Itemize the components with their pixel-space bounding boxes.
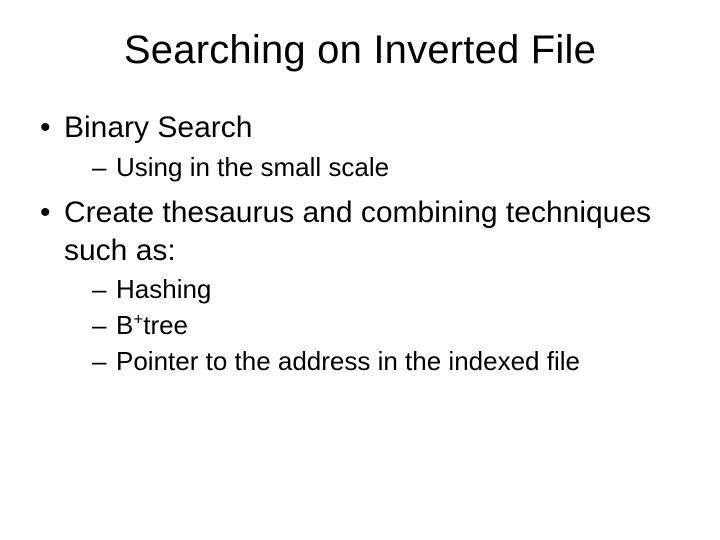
sub-bullet-text: Using in the small scale (116, 152, 389, 182)
sub-bullet-list: Using in the small scale (64, 151, 684, 185)
bullet-text: Binary Search (64, 111, 252, 144)
sub-bullet-list: Hashing B+tree Pointer to the address in… (64, 273, 684, 378)
sub-bullet-prefix: B (116, 310, 133, 340)
sub-bullet-sup: + (133, 309, 143, 328)
bullet-list: Binary Search Using in the small scale C… (36, 109, 684, 379)
sub-bullet-item: Hashing (64, 273, 684, 307)
sub-bullet-item: Pointer to the address in the indexed fi… (64, 345, 684, 379)
bullet-item: Create thesaurus and combining technique… (36, 194, 684, 378)
sub-bullet-text: Hashing (116, 274, 211, 304)
sub-bullet-item: Using in the small scale (64, 151, 684, 185)
slide: Searching on Inverted File Binary Search… (0, 0, 720, 540)
bullet-item: Binary Search Using in the small scale (36, 109, 684, 184)
sub-bullet-text: Pointer to the address in the indexed fi… (116, 346, 580, 376)
slide-title: Searching on Inverted File (36, 28, 684, 73)
sub-bullet-item: B+tree (64, 309, 684, 343)
bullet-text: Create thesaurus and combining technique… (64, 196, 651, 267)
sub-bullet-suffix: tree (143, 310, 188, 340)
